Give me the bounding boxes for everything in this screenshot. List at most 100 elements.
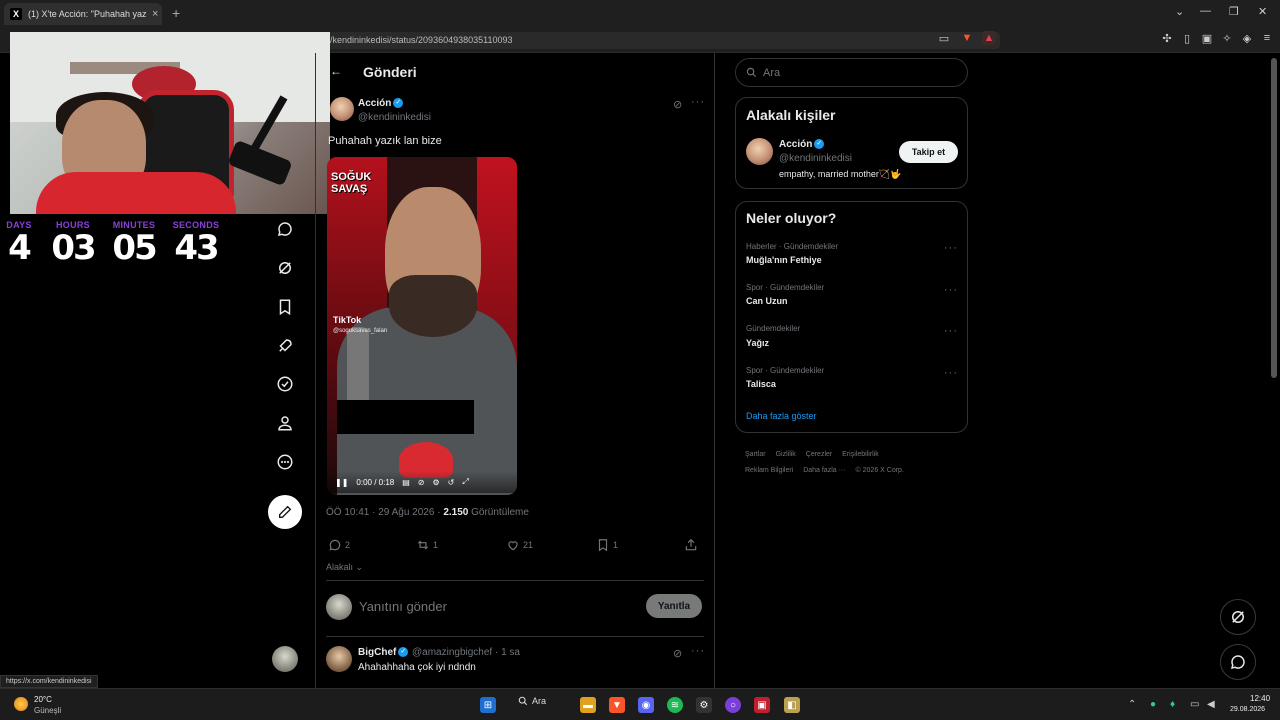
footer-link[interactable]: Şartlar bbox=[745, 451, 766, 458]
pause-icon[interactable]: ❚❚ bbox=[335, 478, 348, 487]
trend-more-icon[interactable]: ··· bbox=[944, 284, 958, 296]
more-options-icon[interactable] bbox=[274, 451, 296, 473]
discord-icon[interactable]: ◉ bbox=[638, 697, 654, 713]
related-filter[interactable]: Alakalı ⌄ bbox=[326, 562, 363, 573]
fullscreen-icon[interactable]: ⤢ bbox=[462, 477, 468, 487]
file-explorer-icon[interactable]: ▬ bbox=[580, 697, 596, 713]
trend-item[interactable]: Can Uzun bbox=[746, 296, 788, 306]
comment-text: Ahahahhaha çok iyi ndndn bbox=[358, 662, 476, 673]
share-action[interactable] bbox=[684, 538, 701, 552]
like-action[interactable]: 21 bbox=[506, 538, 533, 552]
follow-button[interactable]: Takip et bbox=[899, 141, 958, 163]
network-icon[interactable]: ▭ bbox=[1190, 699, 1199, 710]
trend-item[interactable]: Talisca bbox=[746, 379, 776, 389]
trend-more-icon[interactable]: ··· bbox=[944, 242, 958, 254]
trend-more-icon[interactable]: ··· bbox=[944, 325, 958, 337]
reply-button[interactable]: Yanıtla bbox=[646, 594, 702, 618]
steam-icon[interactable]: ⚙ bbox=[696, 697, 712, 713]
clock-date[interactable]: 29.08.2026 bbox=[1230, 706, 1265, 713]
reply-icon bbox=[329, 539, 341, 551]
tray-chevron-icon[interactable]: ⌃ bbox=[1128, 699, 1136, 710]
reply-action[interactable]: 2 bbox=[328, 538, 350, 552]
tab-list-chevron-icon[interactable]: ⌄ bbox=[1175, 5, 1184, 18]
footer-link[interactable]: Gizlilik bbox=[776, 451, 796, 458]
close-window-icon[interactable]: ✕ bbox=[1258, 5, 1267, 18]
back-arrow-icon[interactable]: ← bbox=[330, 64, 342, 78]
url-field[interactable]: /kendininkedisi/status/20936049380351100… bbox=[328, 32, 1000, 49]
cast-icon[interactable]: ▭ bbox=[937, 31, 951, 45]
bookmark-action[interactable]: 1 bbox=[596, 538, 618, 552]
maximize-icon[interactable]: ❐ bbox=[1229, 5, 1239, 18]
trend-category: Gündemdekiler bbox=[746, 324, 801, 333]
footer-link[interactable]: Erişilebilirlik bbox=[842, 451, 879, 458]
settings-icon[interactable]: ⚙ bbox=[432, 478, 439, 487]
brave-shield-icon[interactable]: ▼ bbox=[960, 31, 974, 45]
verified-icon[interactable] bbox=[274, 373, 296, 395]
grok-explain-icon[interactable]: ⊘ bbox=[673, 98, 683, 111]
jobs-rocket-icon[interactable] bbox=[274, 335, 296, 357]
footer-link[interactable]: Reklam Bilgileri bbox=[745, 467, 793, 474]
person-handle[interactable]: @kendininkedisi bbox=[779, 153, 852, 164]
grok-video-icon[interactable]: ⊘ bbox=[418, 478, 425, 487]
bookmarks-icon[interactable] bbox=[274, 296, 296, 318]
profile-icon[interactable] bbox=[274, 412, 296, 434]
account-avatar[interactable] bbox=[272, 646, 298, 672]
clock-time[interactable]: 12:40 bbox=[1250, 694, 1270, 703]
taskbar-search[interactable]: Ara bbox=[518, 696, 546, 706]
messages-fab-button[interactable] bbox=[1220, 644, 1256, 680]
microphone-icon[interactable]: ♦ bbox=[1170, 699, 1175, 710]
captions-icon[interactable]: ▤ bbox=[402, 478, 410, 487]
wallet-icon[interactable]: ▣ bbox=[1200, 31, 1214, 45]
reply-input[interactable]: Yanıtını gönder bbox=[359, 599, 447, 614]
post-meta: ÖÖ 10:41 · 29 Ağu 2026 · 2.150 Görüntüle… bbox=[326, 507, 529, 518]
trend-more-icon[interactable]: ··· bbox=[944, 367, 958, 379]
author-name[interactable]: Acción ✓ bbox=[358, 98, 404, 109]
trend-item[interactable]: Yağız bbox=[746, 338, 769, 348]
author-avatar[interactable] bbox=[330, 97, 354, 121]
trend-item[interactable]: Muğla'nın Fethiye bbox=[746, 255, 822, 265]
weather-icon[interactable] bbox=[14, 697, 28, 711]
replay-icon[interactable]: ↺ bbox=[448, 478, 455, 487]
app-icon[interactable]: ▣ bbox=[754, 697, 770, 713]
new-tab-button[interactable]: + bbox=[172, 5, 180, 21]
grok-explain-icon[interactable]: ⊘ bbox=[673, 647, 683, 660]
video-player[interactable]: SOĞUK SAVAŞ TikTok @soguksavas_falan ❚❚ 0… bbox=[327, 157, 517, 495]
post-more-icon[interactable]: ··· bbox=[691, 96, 705, 108]
brave-rewards-icon[interactable]: ▲ bbox=[982, 31, 996, 45]
menu-icon[interactable]: ≡ bbox=[1260, 31, 1274, 45]
app-icon[interactable]: ◧ bbox=[784, 697, 800, 713]
windows-start-icon[interactable]: ⊞ bbox=[480, 697, 496, 713]
messages-icon[interactable] bbox=[274, 218, 296, 240]
brave-browser-icon[interactable]: ▼ bbox=[609, 697, 625, 713]
volume-icon[interactable]: ◀ bbox=[1207, 699, 1215, 710]
minimize-icon[interactable]: — bbox=[1200, 5, 1211, 17]
compose-post-button[interactable] bbox=[268, 495, 302, 529]
browser-tab[interactable]: X (1) X'te Acción: "Puhahah yazık l × bbox=[4, 3, 162, 25]
grok-icon[interactable] bbox=[274, 257, 296, 279]
vpn-icon[interactable]: ◈ bbox=[1240, 31, 1254, 45]
extensions-icon[interactable]: ✣ bbox=[1160, 31, 1174, 45]
tab-close-icon[interactable]: × bbox=[152, 8, 158, 20]
spotify-icon[interactable]: ≋ bbox=[667, 697, 683, 713]
footer-link[interactable]: Çerezler bbox=[806, 451, 832, 458]
show-more-link[interactable]: Daha fazla göster bbox=[746, 411, 817, 421]
comment-handle[interactable]: @amazingbigchef · 1 sa bbox=[412, 647, 520, 658]
related-people-panel: Alakalı kişiler Acción ✓ @kendininkedisi … bbox=[735, 97, 968, 189]
video-time: 0:00 / 0:18 bbox=[356, 477, 395, 487]
sidebar-toggle-icon[interactable]: ▯ bbox=[1180, 31, 1194, 45]
author-handle[interactable]: @kendininkedisi bbox=[358, 112, 431, 123]
whats-happening-title: Neler oluyor? bbox=[746, 210, 837, 226]
grok-fab-button[interactable] bbox=[1220, 599, 1256, 635]
scrollbar[interactable] bbox=[1271, 58, 1277, 378]
app-icon[interactable]: ○ bbox=[725, 697, 741, 713]
person-avatar[interactable] bbox=[746, 138, 773, 165]
tray-app-icon[interactable]: ● bbox=[1150, 699, 1156, 710]
comment-avatar[interactable] bbox=[326, 646, 352, 672]
comment-more-icon[interactable]: ··· bbox=[691, 645, 705, 657]
search-input[interactable]: Ara bbox=[735, 58, 968, 87]
comment-author-name[interactable]: BigChef ✓ bbox=[358, 647, 409, 658]
leo-ai-icon[interactable]: ✧ bbox=[1220, 31, 1234, 45]
repost-action[interactable]: 1 bbox=[416, 538, 438, 552]
person-name[interactable]: Acción ✓ bbox=[779, 139, 825, 150]
footer-link[interactable]: Daha fazla ··· bbox=[803, 467, 845, 474]
